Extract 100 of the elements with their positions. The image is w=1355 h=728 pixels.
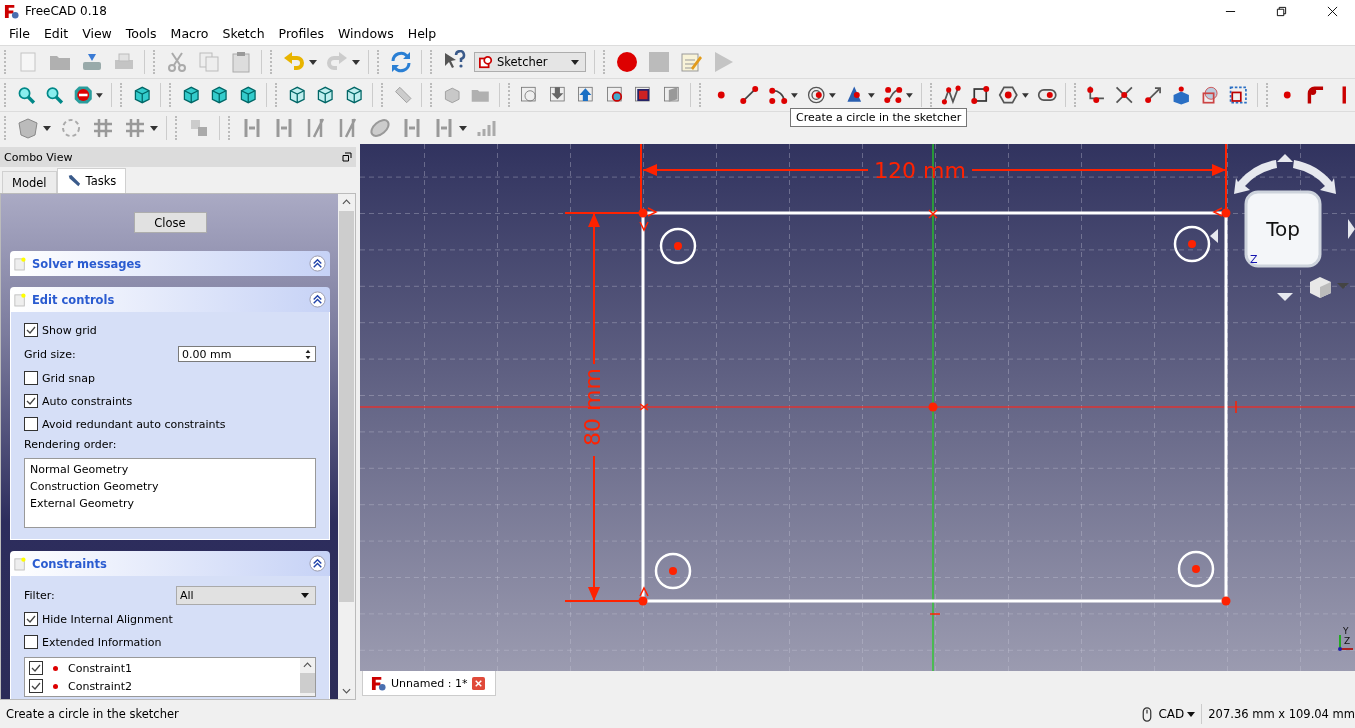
record-icon[interactable]	[615, 50, 639, 74]
caret-icon[interactable]	[867, 92, 875, 98]
mouse-icon	[1142, 706, 1153, 722]
polygon-icon[interactable]	[998, 83, 1019, 107]
menu-item[interactable]: Windows	[330, 26, 401, 41]
tab[interactable]: Tasks	[56, 168, 127, 193]
menu-item[interactable]: Macro	[163, 26, 216, 41]
cube-icon[interactable]	[1310, 277, 1331, 298]
grid-size-field[interactable]: 0.00 mm	[178, 346, 316, 362]
axis-label: Y	[1343, 626, 1349, 636]
caret-icon[interactable]	[43, 125, 51, 131]
checkbox[interactable]	[29, 661, 43, 675]
rotate-up-icon[interactable]	[1277, 154, 1293, 162]
panel-header[interactable]: Solver messages	[10, 251, 330, 276]
list-label: Rendering order:	[24, 438, 118, 451]
panel-header[interactable]: Edit controls	[10, 287, 330, 312]
note-icon	[14, 556, 26, 571]
caret-icon[interactable]	[791, 92, 798, 98]
collapse-icon[interactable]	[309, 255, 326, 272]
rotate-right-icon[interactable]	[1348, 219, 1355, 239]
axis-cross-icon	[1338, 634, 1354, 651]
caret-icon[interactable]	[906, 92, 913, 98]
menu-item[interactable]: Tools	[118, 26, 164, 41]
3d-viewport[interactable]: 120 mm 80 mm Top Z Y Z	[360, 144, 1355, 671]
rectangle-icon[interactable]	[969, 83, 991, 107]
construction-icon[interactable]	[1228, 83, 1249, 107]
sketch-circle[interactable]	[654, 552, 692, 590]
polyline-icon[interactable]	[941, 83, 962, 107]
menu-item[interactable]: File	[2, 26, 37, 41]
scroll-up-icon[interactable]	[303, 662, 312, 668]
undock-icon[interactable]	[342, 152, 352, 162]
checkbox[interactable]	[24, 635, 38, 649]
caret-icon[interactable]	[150, 125, 158, 131]
list-item[interactable]: External Geometry	[30, 496, 310, 512]
collapse-icon[interactable]	[309, 555, 326, 572]
sketch-circle[interactable]	[1173, 225, 1211, 263]
horizontal-dimension-line[interactable]	[642, 164, 1227, 176]
collapse-icon[interactable]	[309, 291, 326, 308]
checkbox-label: Show grid	[42, 323, 97, 337]
menu-item[interactable]: Help	[400, 26, 444, 41]
scroll-down-icon[interactable]	[342, 688, 351, 694]
dot-icon	[53, 683, 58, 689]
status-message: Create a circle in the sketcher	[6, 707, 179, 721]
line-icon[interactable]	[739, 83, 760, 107]
caret-icon[interactable]	[309, 59, 317, 65]
window-title: FreeCAD 0.18	[25, 4, 107, 18]
cube-face-label: Top	[1266, 217, 1300, 241]
tab[interactable]: Model	[2, 171, 57, 193]
scroll-up-icon[interactable]	[342, 199, 351, 205]
filter-dropdown[interactable]: All	[176, 585, 316, 605]
menu-item[interactable]: Sketch	[215, 26, 272, 41]
close-button[interactable]: Close	[133, 212, 207, 233]
workbench-dropdown[interactable]: Sketcher	[474, 52, 586, 72]
checkbox[interactable]	[24, 612, 38, 626]
panel-title: Solver messages	[32, 256, 143, 271]
rotate-arrows-icon[interactable]	[1234, 160, 1336, 194]
app-logo-icon	[371, 675, 386, 691]
list-box[interactable]: Normal Geometry Construction Geometry External Geometry	[24, 458, 316, 528]
list-item[interactable]: Normal Geometry	[30, 462, 310, 478]
menu-item[interactable]: View	[75, 26, 119, 41]
sketch-point[interactable]	[638, 208, 648, 218]
panel-header[interactable]: Constraints	[10, 551, 330, 576]
menu-item[interactable]: Profiles	[271, 26, 331, 41]
menu-item[interactable]: Edit	[36, 26, 76, 41]
navigation-cube[interactable]	[1244, 190, 1322, 268]
maximize-icon[interactable]	[1276, 5, 1287, 17]
external-geometry-icon[interactable]	[1171, 83, 1192, 107]
checkbox[interactable]	[24, 417, 38, 431]
document-tab[interactable]: Unnamed : 1*	[362, 671, 497, 696]
caret-icon[interactable]	[829, 92, 837, 98]
checkbox[interactable]	[24, 371, 38, 385]
sketch-point[interactable]	[1221, 208, 1231, 218]
sketch-circle[interactable]	[659, 227, 697, 265]
caret-icon[interactable]	[96, 92, 103, 98]
caret-icon[interactable]	[352, 59, 360, 65]
panel-title: Constraints	[32, 556, 108, 571]
scrollbar[interactable]	[338, 194, 355, 699]
view-dimensions: 207.36 mm x 109.04 mm	[1208, 707, 1355, 721]
checkbox[interactable]	[24, 394, 38, 408]
spin-arrows-icon[interactable]	[304, 347, 312, 361]
close-icon[interactable]	[1327, 5, 1338, 17]
scrollbar[interactable]	[300, 658, 315, 696]
caret-icon[interactable]	[1021, 92, 1029, 98]
sketch-circle[interactable]	[1177, 550, 1215, 588]
checkbox[interactable]	[24, 323, 38, 337]
rotate-down-icon[interactable]	[1277, 293, 1293, 301]
checkbox-label: Auto constraints	[42, 394, 133, 408]
navigation-style-dropdown[interactable]: CAD	[1158, 707, 1196, 721]
no-entry-icon[interactable]	[72, 83, 94, 107]
panel-title: Combo View	[4, 150, 73, 164]
list-item[interactable]: Constraint2	[68, 679, 133, 693]
caret-icon	[1187, 711, 1196, 717]
list-item[interactable]: Construction Geometry	[30, 479, 310, 495]
checkbox[interactable]	[29, 679, 43, 693]
list-item[interactable]: Constraint1	[68, 661, 133, 675]
refresh-icon[interactable]	[389, 50, 413, 74]
caret-icon[interactable]	[459, 125, 467, 131]
rotate-left-icon[interactable]	[1210, 229, 1218, 243]
tooltip: Create a circle in the sketcher	[790, 108, 968, 127]
clipboard-icon[interactable]	[229, 50, 253, 74]
